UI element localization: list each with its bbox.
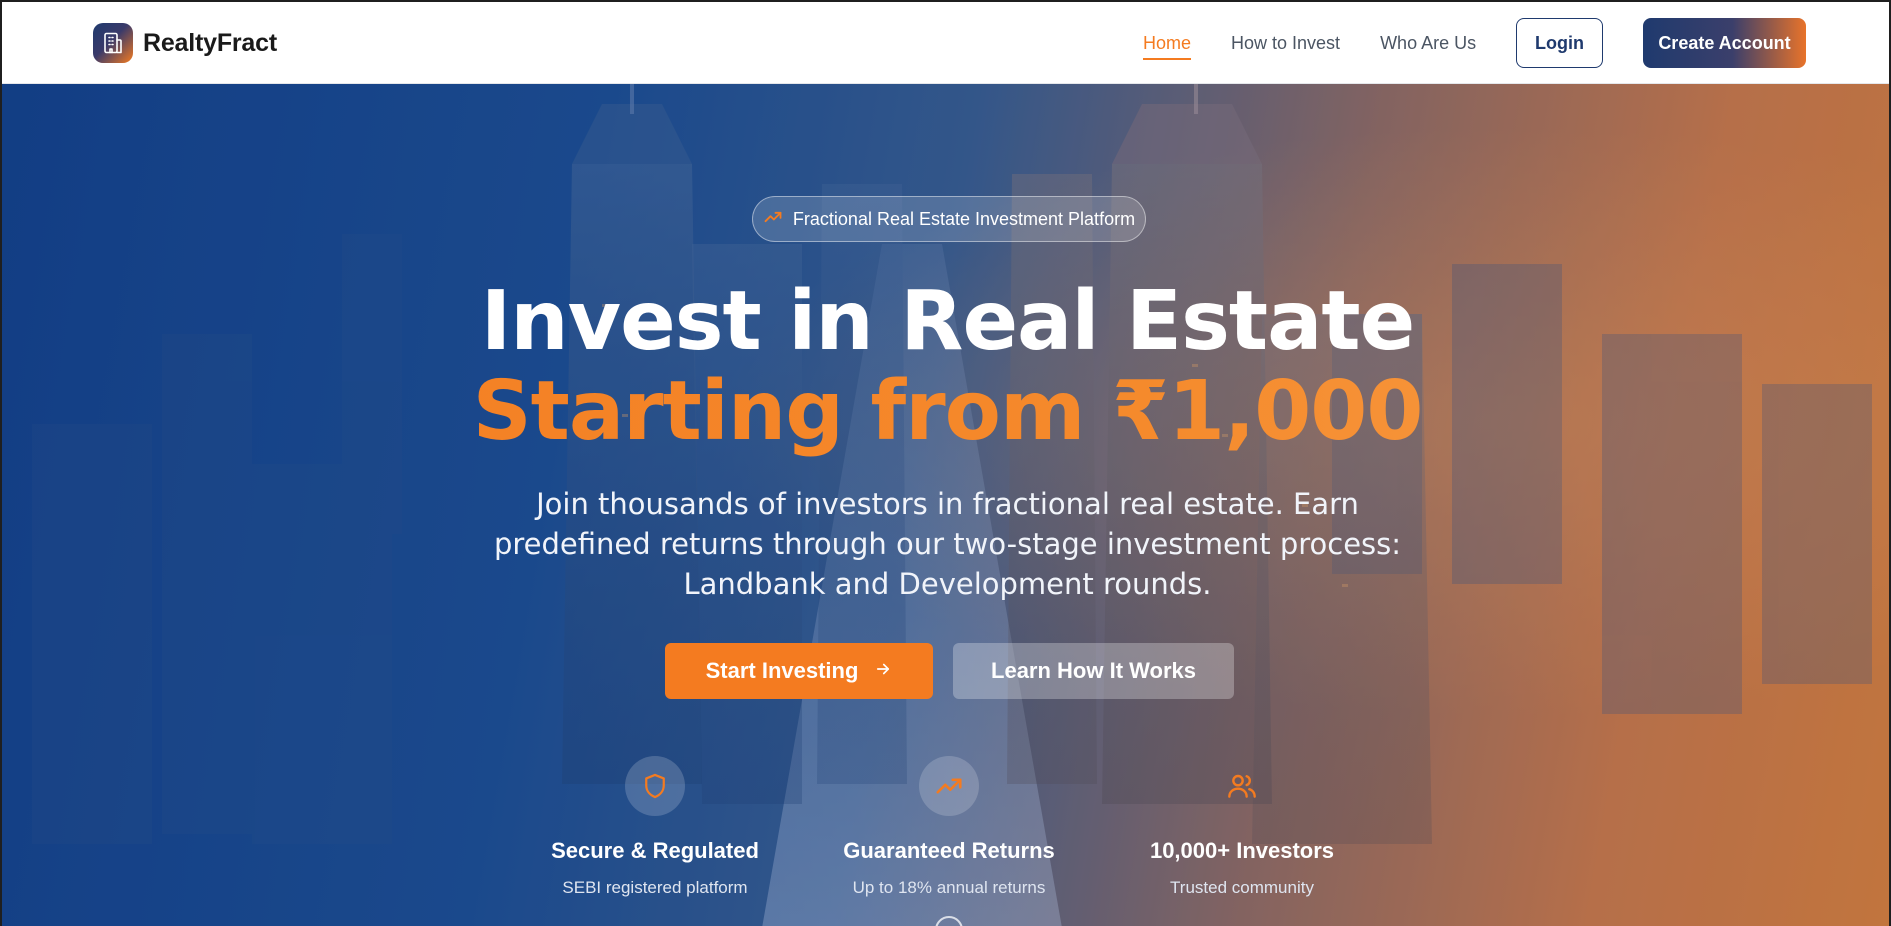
start-investing-button[interactable]: Start Investing — [665, 643, 933, 699]
learn-how-it-works-button[interactable]: Learn How It Works — [953, 643, 1234, 699]
start-investing-label: Start Investing — [705, 658, 859, 683]
feature-subtitle: Trusted community — [1170, 878, 1314, 897]
hero-headline-line1: Invest in Real Estate — [480, 274, 1415, 369]
trending-up-icon — [763, 207, 783, 232]
nav-link-home[interactable]: Home — [1143, 29, 1192, 60]
building-icon — [93, 23, 133, 63]
platform-badge-label: Fractional Real Estate Investment Platfo… — [792, 208, 1136, 229]
feature-title: 10,000+ Investors — [1149, 838, 1335, 863]
feature-subtitle: Up to 18% annual returns — [852, 878, 1046, 897]
page: RealtyFract Home How to Invest Who Are U… — [0, 0, 1891, 926]
hero-content: Fractional Real Estate Investment Platfo… — [2, 84, 1889, 926]
main-nav: Home How to Invest Who Are Us — [1143, 2, 1516, 84]
top-navbar: RealtyFract Home How to Invest Who Are U… — [2, 2, 1889, 84]
learn-how-it-works-label: Learn How It Works — [991, 658, 1196, 683]
platform-badge: Fractional Real Estate Investment Platfo… — [752, 196, 1146, 242]
hero-headline-line2: Starting from ₹1,000 — [2, 364, 1889, 459]
hero-subtitle: Join thousands of investors in fractiona… — [493, 487, 1402, 601]
trending-up-icon — [919, 756, 979, 816]
brand-name: RealtyFract — [143, 28, 277, 57]
create-account-button[interactable]: Create Account — [1643, 18, 1806, 68]
scroll-down-indicator[interactable] — [935, 916, 963, 926]
arrow-right-icon — [874, 658, 892, 684]
feature-returns: Guaranteed Returns Up to 18% annual retu… — [819, 756, 1079, 898]
nav-link-who-are-us[interactable]: Who Are Us — [1380, 29, 1476, 58]
users-icon — [1212, 756, 1272, 816]
brand-home-link[interactable]: RealtyFract — [93, 23, 277, 63]
feature-investors: 10,000+ Investors Trusted community — [1112, 756, 1372, 898]
shield-icon — [625, 756, 685, 816]
login-button[interactable]: Login — [1516, 18, 1603, 68]
feature-title: Secure & Regulated — [551, 838, 759, 863]
feature-title: Guaranteed Returns — [843, 838, 1055, 863]
feature-subtitle: SEBI registered platform — [562, 878, 748, 897]
nav-link-how-to-invest[interactable]: How to Invest — [1231, 29, 1340, 58]
feature-secure: Secure & Regulated SEBI registered platf… — [525, 756, 785, 898]
hero-section: Fractional Real Estate Investment Platfo… — [2, 84, 1889, 926]
